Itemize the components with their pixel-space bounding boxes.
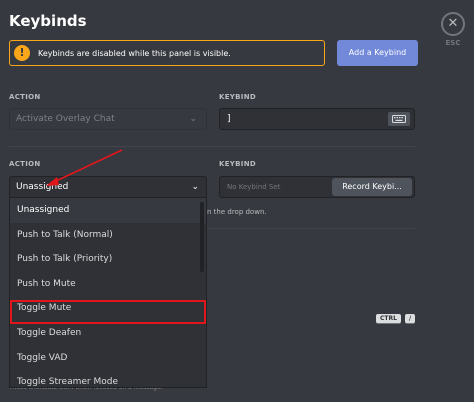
annotation-arrow	[46, 149, 123, 186]
